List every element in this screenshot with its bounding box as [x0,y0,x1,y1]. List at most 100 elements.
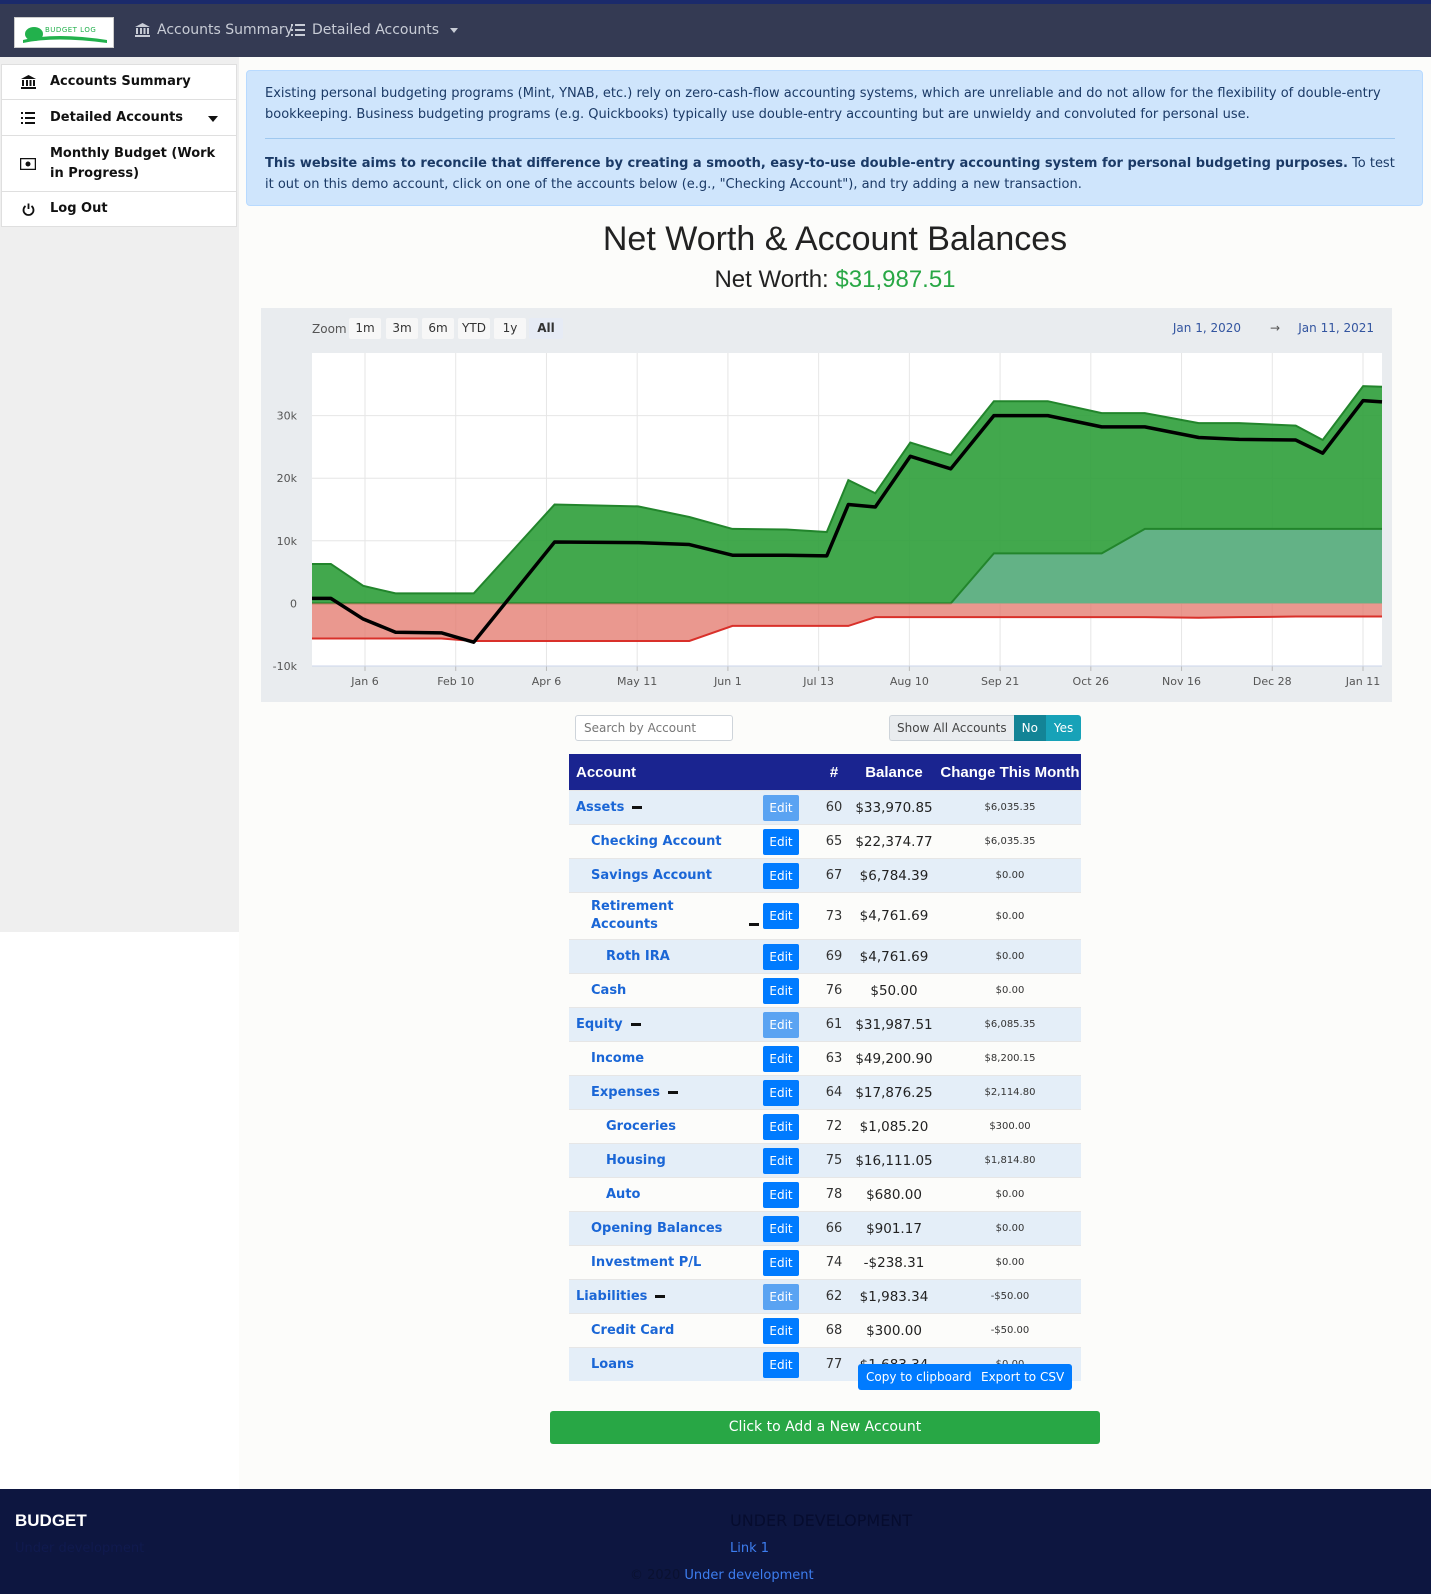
collapse-icon[interactable] [655,1295,666,1298]
edit-button[interactable]: Edit [763,1079,799,1106]
show-all-yes-button[interactable]: Yes [1045,715,1082,741]
account-link[interactable]: Savings Account [591,868,712,883]
edit-button[interactable]: Edit [763,1011,799,1038]
account-balance: $33,970.85 [849,790,939,825]
edit-button[interactable]: Edit [763,977,799,1004]
edit-button[interactable]: Edit [763,794,799,821]
account-link[interactable]: Retirement Accounts [591,898,741,934]
edit-cell: Edit [763,1143,819,1178]
account-link[interactable]: Checking Account [591,834,722,849]
collapse-icon[interactable] [749,923,759,926]
search-input[interactable] [575,715,733,741]
sidebar-item-detailed-accounts[interactable]: Detailed Accounts [1,99,237,136]
account-cell: Expenses [569,1075,763,1110]
edit-button[interactable]: Edit [763,1147,799,1174]
x-tick-label: Apr 6 [532,675,562,688]
sidebar-item-accounts-summary[interactable]: Accounts Summary [1,64,237,100]
export-csv-button[interactable]: Export to CSV [973,1364,1073,1390]
edit-button[interactable]: Edit [763,1215,799,1242]
zoom-button-label: 1m [355,321,374,335]
edit-button[interactable]: Edit [763,943,799,970]
edit-cell: Edit [763,790,819,825]
sidebar-item-label: Accounts Summary [50,74,191,89]
nav-detailed-accounts-label: Detailed Accounts [312,22,440,38]
footer-heading: UNDER DEVELOPMENT [730,1511,913,1530]
account-number: 73 [819,892,849,940]
account-link[interactable]: Cash [591,983,626,998]
edit-button[interactable]: Edit [763,903,799,929]
account-number: 66 [819,1211,849,1246]
brand-logo[interactable]: BUDGET LOG [14,17,114,48]
edit-cell: Edit [763,892,819,940]
table-header-row: Account # Balance Change This Month [569,754,1081,791]
edit-button[interactable]: Edit [763,1113,799,1140]
sidebar-item-monthly-budget[interactable]: Monthly Budget (Work in Progress) [1,135,237,192]
table-row: Groceries Edit 72 $1,085.20 $300.00 [569,1109,1081,1144]
account-link[interactable]: Expenses [591,1085,660,1100]
account-balance: $1,085.20 [849,1109,939,1144]
account-link[interactable]: Auto [606,1187,640,1202]
table-row: Cash Edit 76 $50.00 $0.00 [569,973,1081,1008]
bank-icon [20,75,36,89]
account-number: 62 [819,1279,849,1314]
account-link[interactable]: Loans [591,1357,634,1372]
table-row: Liabilities Edit 62 $1,983.34 -$50.00 [569,1279,1081,1314]
zoom-button-label: YTD [461,321,486,335]
account-cell: Opening Balances [569,1211,763,1246]
sidebar-item-log-out[interactable]: Log Out [1,191,237,227]
edit-cell: Edit [763,1313,819,1348]
account-link[interactable]: Opening Balances [591,1221,722,1236]
edit-button[interactable]: Edit [763,1283,799,1310]
account-link[interactable]: Assets [576,800,624,815]
nav-accounts-summary[interactable]: Accounts Summary [135,22,293,38]
show-all-label: Show All Accounts [889,715,1014,741]
collapse-icon[interactable] [632,806,643,809]
account-change: $6,035.35 [939,824,1081,859]
range-arrow: → [1270,321,1280,335]
account-change: -$50.00 [939,1279,1081,1314]
account-link[interactable]: Housing [606,1153,666,1168]
x-tick-label: Jan 11 [1345,675,1380,688]
edit-button[interactable]: Edit [763,828,799,855]
account-link[interactable]: Equity [576,1017,623,1032]
list-icon [20,111,36,124]
edit-button[interactable]: Edit [763,1249,799,1276]
account-change: $2,114.80 [939,1075,1081,1110]
net-worth-value: $31,987.51 [835,266,956,293]
nav-accounts-summary-label: Accounts Summary [157,22,293,38]
show-all-no-button[interactable]: No [1013,715,1046,741]
account-link[interactable]: Credit Card [591,1323,674,1338]
account-cell: Liabilities [569,1279,763,1314]
range-to-input[interactable]: Jan 11, 2021 [1297,321,1374,335]
edit-button[interactable]: Edit [763,862,799,889]
zoom-button-label: 6m [428,321,447,335]
net-worth-label: Net Worth: [714,266,836,293]
edit-button[interactable]: Edit [763,1351,799,1378]
account-number: 74 [819,1245,849,1280]
collapse-icon[interactable] [630,1023,641,1026]
account-link[interactable]: Liabilities [576,1289,647,1304]
account-number: 78 [819,1177,849,1212]
zoom-button-label: 1y [503,321,518,335]
copy-clipboard-button[interactable]: Copy to clipboard [858,1364,980,1390]
account-balance: $50.00 [849,973,939,1008]
collapse-icon[interactable] [667,1091,678,1094]
account-cell: Roth IRA [569,939,763,974]
account-link[interactable]: Roth IRA [606,949,670,964]
chevron-down-icon [208,116,218,122]
account-link[interactable]: Income [591,1051,644,1066]
edit-button[interactable]: Edit [763,1045,799,1072]
edit-cell: Edit [763,1075,819,1110]
range-from-input[interactable]: Jan 1, 2020 [1172,321,1241,335]
account-link[interactable]: Investment P/L [591,1255,701,1270]
nav-detailed-accounts[interactable]: Detailed Accounts [291,22,459,38]
footer-link-1[interactable]: Link 1 [730,1541,769,1556]
account-cell: Checking Account [569,824,763,859]
add-account-button[interactable]: Click to Add a New Account [550,1411,1100,1444]
edit-cell: Edit [763,939,819,974]
edit-button[interactable]: Edit [763,1181,799,1208]
footer-copyright-link[interactable]: Under development [684,1568,813,1583]
account-link[interactable]: Groceries [606,1119,676,1134]
edit-button[interactable]: Edit [763,1317,799,1344]
account-number: 77 [819,1347,849,1381]
